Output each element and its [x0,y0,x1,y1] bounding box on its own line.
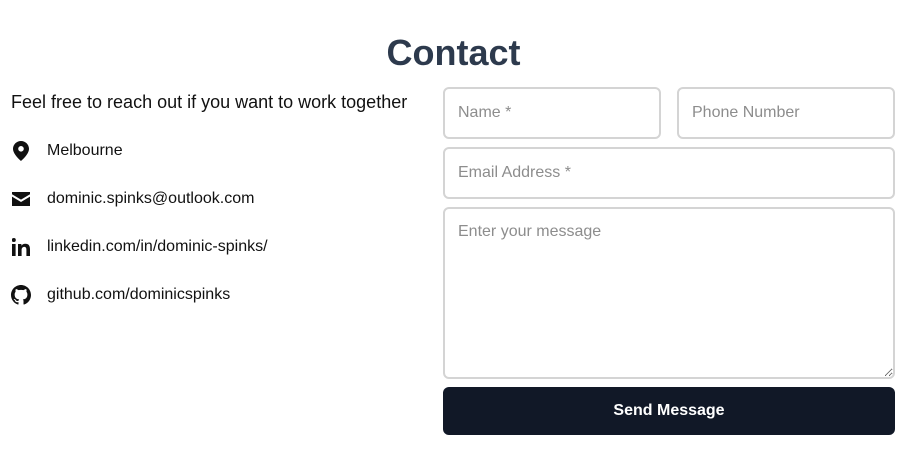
contact-location: Melbourne [11,139,123,163]
linkedin-link[interactable]: linkedin.com/in/dominic-spinks/ [47,235,268,259]
phone-field[interactable] [677,87,895,139]
page-title: Contact [386,32,521,73]
send-message-button[interactable]: Send Message [443,387,895,435]
name-field[interactable] [443,87,661,139]
location-text: Melbourne [47,142,123,159]
email-link[interactable]: dominic.spinks@outlook.com [47,187,254,211]
contact-intro: Feel free to reach out if you want to wo… [11,92,408,112]
location-pin-icon [11,141,31,161]
message-field[interactable] [443,207,895,379]
contact-github: github.com/dominicspinks [11,283,230,307]
mail-icon [11,189,31,209]
contact-email: dominic.spinks@outlook.com [11,187,254,211]
github-link[interactable]: github.com/dominicspinks [47,283,230,307]
contact-linkedin: linkedin.com/in/dominic-spinks/ [11,235,268,259]
email-field[interactable] [443,147,895,199]
linkedin-icon [11,237,31,257]
github-icon [11,285,31,305]
